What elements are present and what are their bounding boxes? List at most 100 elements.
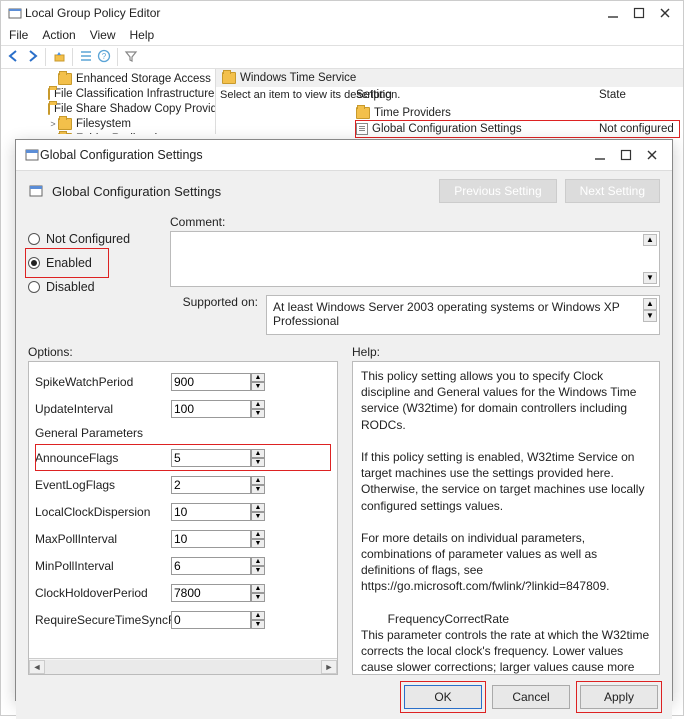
radio-icon — [28, 257, 40, 269]
option-value-field[interactable] — [171, 503, 251, 521]
minimize-icon[interactable] — [607, 7, 619, 19]
ok-button[interactable]: OK — [404, 685, 482, 709]
minimize-icon[interactable] — [594, 149, 606, 161]
folder-icon — [222, 72, 236, 84]
close-icon[interactable] — [659, 7, 671, 19]
tree-pane[interactable]: Enhanced Storage AccessFile Classificati… — [1, 69, 216, 134]
spin-up-icon[interactable]: ▲ — [251, 530, 265, 539]
previous-setting-button[interactable]: Previous Setting — [439, 179, 556, 203]
up-arrow-icon[interactable]: ▲ — [643, 298, 657, 310]
radio-label: Disabled — [46, 280, 95, 294]
radio-enabled[interactable]: Enabled — [28, 251, 106, 275]
option-value-field[interactable] — [171, 584, 251, 602]
spin-up-icon[interactable]: ▲ — [251, 373, 265, 382]
option-input[interactable]: ▲▼ — [171, 400, 265, 418]
tree-item[interactable]: File Classification Infrastructure — [3, 86, 213, 101]
back-icon[interactable] — [7, 49, 21, 66]
option-input[interactable]: ▲▼ — [171, 503, 265, 521]
scroll-left-icon[interactable]: ◄ — [29, 660, 45, 674]
cancel-button[interactable]: Cancel — [492, 685, 570, 709]
spin-down-icon[interactable]: ▼ — [251, 620, 265, 629]
option-input[interactable]: ▲▼ — [171, 584, 265, 602]
spin-up-icon[interactable]: ▲ — [251, 476, 265, 485]
menu-view[interactable]: View — [90, 28, 116, 42]
spin-up-icon[interactable]: ▲ — [251, 584, 265, 593]
col-state[interactable]: State — [599, 89, 679, 101]
spin-down-icon[interactable]: ▼ — [251, 593, 265, 602]
spin-down-icon[interactable]: ▼ — [251, 458, 265, 467]
option-value-field[interactable] — [171, 530, 251, 548]
list-icon[interactable] — [79, 49, 93, 66]
down-arrow-icon[interactable]: ▼ — [643, 310, 657, 322]
up-arrow-icon[interactable]: ▲ — [643, 234, 657, 246]
down-arrow-icon[interactable]: ▼ — [643, 272, 657, 284]
sheet-icon — [356, 123, 368, 135]
menu-action[interactable]: Action — [42, 28, 75, 42]
next-setting-button[interactable]: Next Setting — [565, 179, 660, 203]
up-icon[interactable] — [52, 49, 66, 66]
apply-button[interactable]: Apply — [580, 685, 658, 709]
spin-down-icon[interactable]: ▼ — [251, 512, 265, 521]
tree-item[interactable]: >Filesystem — [3, 116, 213, 131]
options-h-scrollbar[interactable]: ◄ ► — [29, 658, 337, 674]
option-input[interactable]: ▲▼ — [171, 476, 265, 494]
tree-label: Filesystem — [76, 118, 131, 130]
option-input[interactable]: ▲▼ — [171, 449, 265, 467]
spin-down-icon[interactable]: ▼ — [251, 409, 265, 418]
option-input[interactable]: ▲▼ — [171, 611, 265, 629]
comment-textarea[interactable]: ▲ ▼ — [170, 231, 660, 287]
option-value-field[interactable] — [171, 476, 251, 494]
scroll-track[interactable] — [45, 660, 321, 674]
option-input[interactable]: ▲▼ — [171, 557, 265, 575]
option-key: MinPollInterval — [35, 559, 163, 573]
option-row: EventLogFlags▲▼ — [35, 471, 331, 498]
column-headers: Setting State — [356, 89, 679, 101]
tree-item[interactable]: Enhanced Storage Access — [3, 71, 213, 86]
folder-icon — [48, 103, 50, 115]
folder-icon — [58, 73, 72, 85]
menu-file[interactable]: File — [9, 28, 28, 42]
list-row-global-config[interactable]: Global Configuration Settings — [356, 121, 679, 137]
maximize-icon[interactable] — [633, 7, 645, 19]
radio-disabled[interactable]: Disabled — [28, 275, 158, 299]
spin-up-icon[interactable]: ▲ — [251, 611, 265, 620]
menubar: File Action View Help — [1, 25, 683, 45]
radio-label: Not Configured — [46, 232, 130, 246]
close-icon[interactable] — [646, 149, 658, 161]
dialog-titlebar: Global Configuration Settings — [16, 140, 672, 170]
forward-icon[interactable] — [25, 49, 39, 66]
tree-label: Enhanced Storage Access — [76, 73, 211, 85]
option-value-field[interactable] — [171, 400, 251, 418]
filter-icon[interactable] — [124, 49, 138, 66]
radio-label: Enabled — [46, 256, 92, 270]
spin-down-icon[interactable]: ▼ — [251, 382, 265, 391]
option-value-field[interactable] — [171, 611, 251, 629]
option-input[interactable]: ▲▼ — [171, 530, 265, 548]
help-icon[interactable]: ? — [97, 49, 111, 66]
maximize-icon[interactable] — [620, 149, 632, 161]
scroll-right-icon[interactable]: ► — [321, 660, 337, 674]
help-label: Help: — [352, 345, 660, 359]
svg-text:?: ? — [102, 52, 107, 61]
menu-help[interactable]: Help — [130, 28, 155, 42]
spin-up-icon[interactable]: ▲ — [251, 503, 265, 512]
tree-item[interactable]: File Share Shadow Copy Provider — [3, 101, 213, 116]
radio-not-configured[interactable]: Not Configured — [28, 227, 158, 251]
spin-down-icon[interactable]: ▼ — [251, 539, 265, 548]
list-row-time-providers[interactable]: Time Providers — [356, 105, 679, 121]
option-key: RequireSecureTimeSyncRequests — [35, 613, 163, 627]
spin-up-icon[interactable]: ▲ — [251, 400, 265, 409]
spin-up-icon[interactable]: ▲ — [251, 557, 265, 566]
option-row: RequireSecureTimeSyncRequests ▲▼ — [35, 606, 331, 633]
option-value-field[interactable] — [171, 449, 251, 467]
list-header-title: Windows Time Service — [240, 72, 356, 84]
col-setting[interactable]: Setting — [356, 89, 599, 101]
tree-item[interactable]: Folder Redirection — [3, 131, 213, 134]
row-label: Time Providers — [374, 107, 599, 119]
option-value-field[interactable] — [171, 557, 251, 575]
option-input[interactable]: ▲▼ — [171, 373, 265, 391]
spin-down-icon[interactable]: ▼ — [251, 485, 265, 494]
option-value-field[interactable] — [171, 373, 251, 391]
spin-up-icon[interactable]: ▲ — [251, 449, 265, 458]
spin-down-icon[interactable]: ▼ — [251, 566, 265, 575]
